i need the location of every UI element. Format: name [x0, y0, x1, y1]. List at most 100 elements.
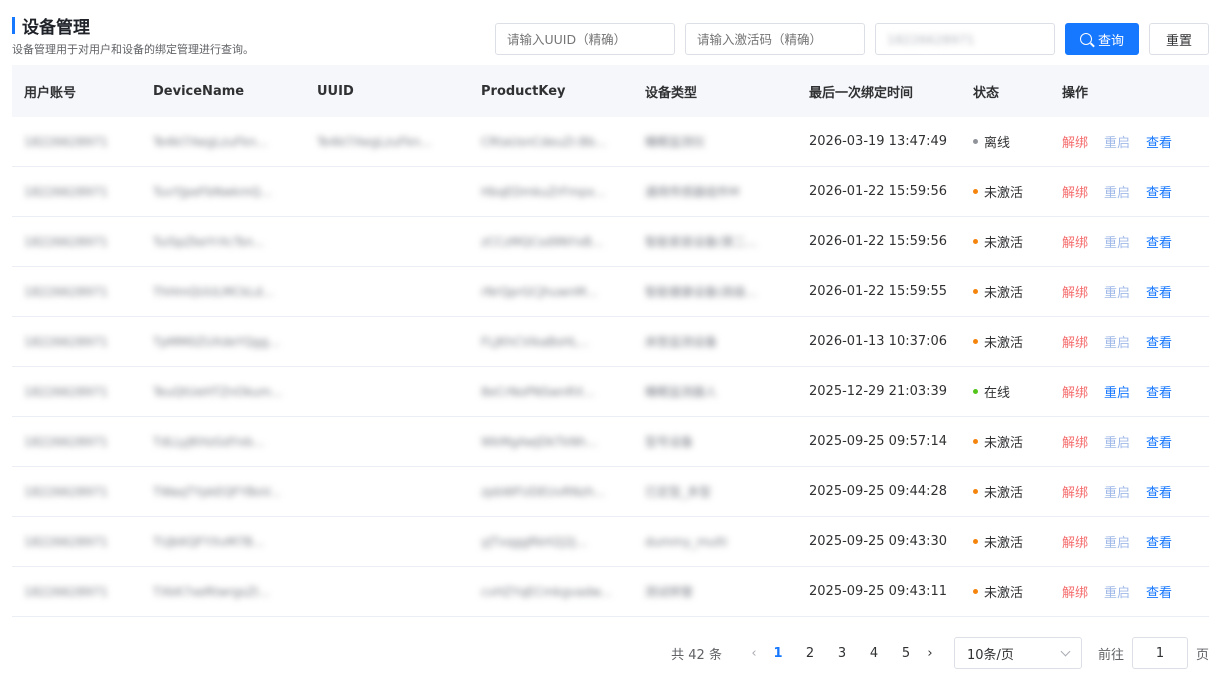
- prev-page-icon[interactable]: ‹: [746, 646, 762, 661]
- table-header: 用户账号 DeviceName UUID ProductKey 设备类型 最后一…: [12, 65, 1209, 117]
- unbind-button[interactable]: 解绑: [1062, 282, 1088, 301]
- page-number-1[interactable]: 1: [762, 646, 794, 661]
- cell-productkey: WkMgAwJDkTkNh...: [481, 434, 598, 449]
- account-input[interactable]: 18226628971: [875, 23, 1055, 55]
- table-row: 18226628971 TXkK7xeRtwrgsZI... cvHZYqECmkg…: [12, 567, 1209, 617]
- cell-bind-time: 2026-01-22 15:59:55: [809, 284, 948, 299]
- view-button[interactable]: 查看: [1146, 432, 1172, 451]
- restart-button[interactable]: 重启: [1104, 582, 1130, 601]
- cell-devicename: TUJkKQFYXvM7B...: [153, 534, 265, 549]
- cell-account: 18226628971: [24, 584, 108, 599]
- cell-actions: 解绑 重启 查看: [1050, 482, 1209, 501]
- uuid-input[interactable]: [495, 23, 675, 55]
- restart-button[interactable]: 重启: [1104, 482, 1130, 501]
- goto-page-value: 1: [1155, 645, 1165, 661]
- view-button[interactable]: 查看: [1146, 282, 1172, 301]
- cell-actions: 解绑 重启 查看: [1050, 532, 1209, 551]
- view-button[interactable]: 查看: [1146, 532, 1172, 551]
- status-dot-icon: [973, 139, 978, 144]
- unbind-button[interactable]: 解绑: [1062, 132, 1088, 151]
- restart-button[interactable]: 重启: [1104, 332, 1130, 351]
- column-header-devicename: DeviceName: [153, 83, 245, 99]
- cell-bind-time: 2026-03-19 13:47:49: [809, 134, 948, 149]
- page-number-4[interactable]: 4: [858, 646, 890, 661]
- chevron-down-icon: [1060, 646, 1071, 656]
- reset-button-label: 重置: [1165, 33, 1192, 49]
- cell-device-type: 通用传感器组件M: [645, 185, 740, 199]
- cell-devicename: TWaqTYpkEQFYBoV...: [153, 484, 281, 499]
- cell-status: 未激活: [961, 182, 1050, 201]
- restart-button[interactable]: 重启: [1104, 132, 1130, 151]
- cell-actions: 解绑 重启 查看: [1050, 382, 1209, 401]
- goto-suffix: 页: [1195, 647, 1209, 663]
- goto-label: 前往: [1097, 647, 1124, 663]
- unbind-button[interactable]: 解绑: [1062, 382, 1088, 401]
- page-list: 12345: [762, 646, 922, 661]
- restart-button[interactable]: 重启: [1104, 432, 1130, 451]
- cell-account: 18226628971: [24, 334, 108, 349]
- page-number-3[interactable]: 3: [826, 646, 858, 661]
- page-size-select[interactable]: 10条/页: [953, 637, 1082, 669]
- cell-device-type: 智能健康设备(高级...: [645, 285, 758, 299]
- status-dot-icon: [973, 439, 978, 444]
- unbind-button[interactable]: 解绑: [1062, 182, 1088, 201]
- view-button[interactable]: 查看: [1146, 482, 1172, 501]
- cell-bind-time: 2025-09-25 09:57:14: [809, 434, 948, 449]
- status-dot-icon: [973, 289, 978, 294]
- page-number-5[interactable]: 5: [890, 646, 922, 661]
- cell-account: 18226628971: [24, 484, 108, 499]
- cell-devicename: TuiSpZkeYrXcTsn...: [153, 234, 265, 249]
- unbind-button[interactable]: 解绑: [1062, 532, 1088, 551]
- restart-button[interactable]: 重启: [1104, 182, 1130, 201]
- page-number-2[interactable]: 2: [794, 646, 826, 661]
- column-header-account: 用户账号: [24, 85, 77, 101]
- cell-actions: 解绑 重启 查看: [1050, 182, 1209, 201]
- query-button[interactable]: 查询: [1065, 23, 1139, 55]
- unbind-button[interactable]: 解绑: [1062, 332, 1088, 351]
- restart-button[interactable]: 重启: [1104, 232, 1130, 251]
- view-button[interactable]: 查看: [1146, 582, 1172, 601]
- cell-status: 未激活: [961, 432, 1050, 451]
- cell-uuid: Te4kl7AegLzuFkn...: [317, 134, 432, 149]
- view-button[interactable]: 查看: [1146, 232, 1172, 251]
- view-button[interactable]: 查看: [1146, 382, 1172, 401]
- cell-productkey: zCCzMQCsd9NYxB...: [481, 234, 604, 249]
- table-row: 18226628971 TdLLyJKHzGdYxb... WkMgAwJDkTkN…: [12, 417, 1209, 467]
- cell-device-type: 型号设备: [645, 435, 694, 449]
- cell-device-type: 睡眠监测器人: [645, 385, 718, 399]
- unbind-button[interactable]: 解绑: [1062, 582, 1088, 601]
- unbind-button[interactable]: 解绑: [1062, 432, 1088, 451]
- cell-status: 离线: [961, 132, 1050, 151]
- view-button[interactable]: 查看: [1146, 132, 1172, 151]
- goto-page-input[interactable]: 1: [1131, 637, 1188, 669]
- table-row: 18226628971 TUJkKQFYXvM7B... yJTxqggRkH2J2…: [12, 517, 1209, 567]
- device-table: 用户账号 DeviceName UUID ProductKey 设备类型 最后一…: [12, 65, 1209, 617]
- cell-device-type: 床垫监测设备: [645, 335, 718, 349]
- page-size-value: 10条/页: [966, 647, 1014, 663]
- next-page-icon[interactable]: ›: [922, 646, 938, 661]
- unbind-button[interactable]: 解绑: [1062, 482, 1088, 501]
- restart-button[interactable]: 重启: [1104, 382, 1130, 401]
- column-header-device-type: 设备类型: [645, 85, 698, 101]
- activation-code-input[interactable]: [685, 23, 865, 55]
- table-row: 18226628971 TuiSpZkeYrXcTsn... zCCzMQCsd9N…: [12, 217, 1209, 267]
- cell-bind-time: 2025-12-29 21:03:39: [809, 384, 948, 399]
- status-text: 未激活: [984, 236, 1024, 251]
- cell-bind-time: 2025-09-25 09:43:30: [809, 534, 948, 549]
- restart-button[interactable]: 重启: [1104, 282, 1130, 301]
- status-dot-icon: [973, 489, 978, 494]
- table-body: 18226628971 Te4kl7AegLzuFkn... Te4kl7AegLz…: [12, 117, 1209, 617]
- column-header-bind-time: 最后一次绑定时间: [809, 85, 914, 101]
- unbind-button[interactable]: 解绑: [1062, 232, 1088, 251]
- cell-account: 18226628971: [24, 434, 108, 449]
- restart-button[interactable]: 重启: [1104, 532, 1130, 551]
- cell-status: 未激活: [961, 532, 1050, 551]
- cell-device-type: 智能家居设备(第二...: [645, 235, 758, 249]
- cell-devicename: Te4kl7AegLzuFkn...: [153, 134, 268, 149]
- view-button[interactable]: 查看: [1146, 182, 1172, 201]
- cell-bind-time: 2026-01-22 15:59:56: [809, 184, 948, 199]
- view-button[interactable]: 查看: [1146, 332, 1172, 351]
- cell-account: 18226628971: [24, 134, 108, 149]
- cell-status: 未激活: [961, 232, 1050, 251]
- reset-button[interactable]: 重置: [1149, 23, 1209, 55]
